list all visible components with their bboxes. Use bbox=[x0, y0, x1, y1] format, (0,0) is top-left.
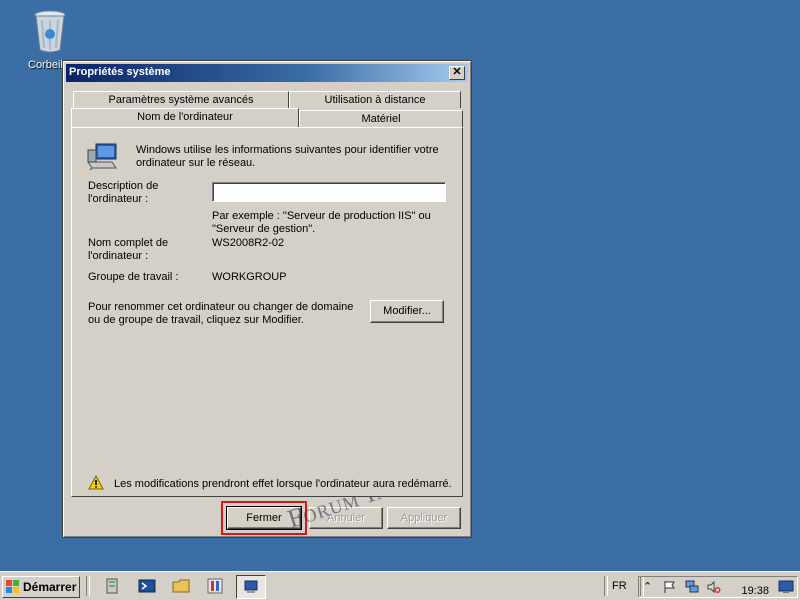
warning-icon bbox=[88, 475, 104, 490]
flag-icon[interactable] bbox=[663, 580, 677, 594]
tab-advanced-settings[interactable]: Paramètres système avancés bbox=[73, 91, 289, 108]
close-button[interactable]: Fermer bbox=[226, 506, 302, 530]
system-properties-dialog: Propriétés système ✕ Paramètres système … bbox=[62, 60, 472, 538]
system-properties-icon bbox=[244, 580, 258, 593]
intro-text: Windows utilise les informations suivant… bbox=[136, 144, 439, 169]
taskbar-system-properties-window[interactable] bbox=[236, 575, 266, 599]
tab-label: Paramètres système avancés bbox=[108, 94, 254, 106]
full-name-label: Nom complet de l'ordinateur : bbox=[88, 237, 169, 262]
close-icon: ✕ bbox=[452, 66, 462, 78]
start-label: Démarrer bbox=[23, 580, 77, 594]
rename-instructions: Pour renommer cet ordinateur ou changer … bbox=[88, 301, 354, 326]
tab-computer-name[interactable]: Nom de l'ordinateur bbox=[71, 108, 299, 127]
description-input[interactable] bbox=[212, 182, 446, 202]
computer-name-panel: Windows utilise les informations suivant… bbox=[71, 127, 463, 497]
show-desktop-icon[interactable] bbox=[778, 580, 794, 594]
language-indicator[interactable]: FR bbox=[612, 580, 627, 592]
windows-logo-icon bbox=[6, 580, 19, 593]
tools-icon[interactable] bbox=[206, 577, 224, 595]
taskbar: Démarrer FR ⌃ 19:38 bbox=[0, 571, 800, 600]
workgroup-value: WORKGROUP bbox=[212, 271, 287, 283]
taskbar-separator bbox=[604, 576, 608, 596]
modify-button[interactable]: Modifier... bbox=[370, 300, 444, 323]
workgroup-label: Groupe de travail : bbox=[88, 271, 179, 283]
tab-label: Matériel bbox=[361, 113, 401, 125]
tab-label: Nom de l'ordinateur bbox=[137, 111, 233, 123]
powershell-icon[interactable] bbox=[138, 577, 156, 595]
cancel-button: Annuler bbox=[309, 507, 383, 529]
close-window-button[interactable]: ✕ bbox=[449, 66, 465, 80]
title-bar[interactable]: Propriétés système ✕ bbox=[66, 64, 468, 82]
computer-network-icon bbox=[87, 143, 117, 170]
tab-hardware[interactable]: Matériel bbox=[299, 110, 463, 127]
network-icon[interactable] bbox=[685, 580, 699, 594]
description-label: Description de l'ordinateur : bbox=[88, 180, 159, 205]
recycle-bin-icon bbox=[34, 10, 66, 53]
system-tray: ⌃ 19:38 bbox=[638, 576, 798, 598]
dialog-title: Propriétés système bbox=[69, 66, 171, 78]
apply-button: Appliquer bbox=[387, 507, 461, 529]
explorer-folder-icon[interactable] bbox=[172, 577, 190, 595]
show-hidden-icons-icon[interactable]: ⌃ bbox=[643, 580, 652, 593]
full-name-value: WS2008R2-02 bbox=[212, 237, 285, 249]
taskbar-separator bbox=[86, 576, 90, 596]
tab-label: Utilisation à distance bbox=[324, 94, 426, 106]
volume-muted-icon[interactable] bbox=[707, 580, 721, 594]
server-manager-icon[interactable] bbox=[104, 577, 122, 595]
clock: 19:38 bbox=[741, 585, 769, 597]
tab-remote-usage[interactable]: Utilisation à distance bbox=[289, 91, 461, 108]
description-example: Par exemple : "Serveur de production IIS… bbox=[212, 210, 431, 235]
start-button[interactable]: Démarrer bbox=[2, 576, 80, 598]
warning-text: Les modifications prendront effet lorsqu… bbox=[114, 478, 452, 490]
